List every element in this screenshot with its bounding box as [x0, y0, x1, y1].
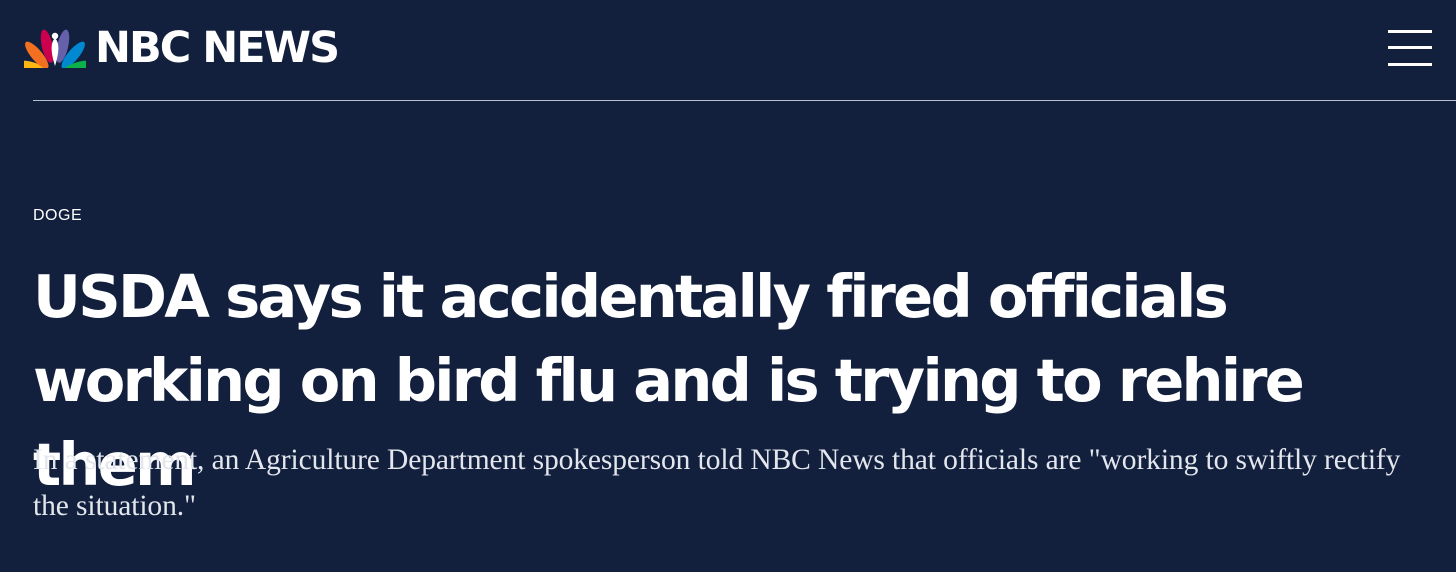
menu-line — [1388, 30, 1432, 33]
nbc-news-logo[interactable]: NBC NEWS — [24, 23, 340, 73]
category-label[interactable]: DOGE — [33, 207, 82, 225]
site-header: NBC NEWS — [0, 0, 1456, 101]
hamburger-menu-icon[interactable] — [1386, 28, 1434, 68]
menu-line — [1388, 63, 1432, 66]
nbc-peacock-icon — [24, 29, 86, 68]
header-divider — [33, 100, 1456, 101]
menu-line — [1388, 46, 1432, 49]
logo-wordmark: NBC NEWS — [95, 23, 340, 73]
article-dek: In a statement, an Agriculture Departmen… — [33, 444, 1401, 522]
